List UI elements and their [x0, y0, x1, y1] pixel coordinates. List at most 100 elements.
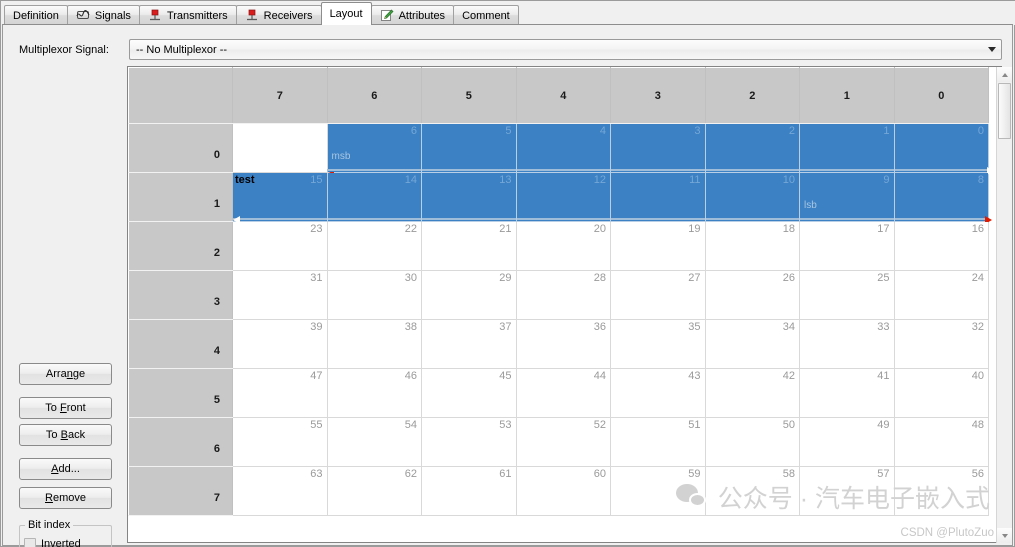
bit-cell-4[interactable]: 4	[516, 123, 611, 173]
bit-cell-13[interactable]: 13	[421, 172, 517, 222]
scroll-down-button[interactable]	[997, 528, 1012, 543]
grid-vertical-scrollbar[interactable]	[996, 67, 1012, 543]
bit-cell-9[interactable]: 9 lsb	[799, 172, 895, 222]
bit-cell-29[interactable]: 29	[421, 270, 517, 320]
row-header-2[interactable]: 2	[128, 221, 233, 271]
bit-cell-53[interactable]: 53	[421, 417, 517, 467]
bit-cell-57[interactable]: 57	[799, 466, 895, 516]
bit-cell-24[interactable]: 24	[894, 270, 989, 320]
column-header-4[interactable]: 4	[515, 67, 611, 124]
bit-cell-56[interactable]: 56	[894, 466, 989, 516]
inverted-checkbox[interactable]	[24, 538, 36, 547]
bit-cell-42[interactable]: 42	[705, 368, 800, 418]
bit-cell-41[interactable]: 41	[799, 368, 895, 418]
column-header-2[interactable]: 2	[704, 67, 800, 124]
column-header-1[interactable]: 1	[799, 67, 895, 124]
row-header-6[interactable]: 6	[128, 417, 233, 467]
bit-cell-52[interactable]: 52	[516, 417, 611, 467]
row-header-0[interactable]: 0	[128, 123, 233, 173]
bit-cell-26[interactable]: 26	[705, 270, 800, 320]
bit-cell-6[interactable]: 6 msb	[327, 123, 422, 173]
bit-cell-20[interactable]: 20	[516, 221, 611, 271]
bit-cell-19[interactable]: 19	[610, 221, 706, 271]
column-header-6[interactable]: 6	[326, 67, 422, 124]
bit-cell-54[interactable]: 54	[327, 417, 422, 467]
bit-cell-31[interactable]: 31	[232, 270, 328, 320]
tab-receivers[interactable]: Receivers	[235, 5, 322, 25]
tab-comment[interactable]: Comment	[453, 5, 519, 25]
column-header-5[interactable]: 5	[421, 67, 517, 124]
bit-cell-37[interactable]: 37	[421, 319, 517, 369]
tab-signals[interactable]: Signals	[66, 5, 140, 25]
bit-cell-33[interactable]: 33	[799, 319, 895, 369]
bit-cell-1[interactable]: 1	[799, 123, 895, 173]
bit-cell-18[interactable]: 18	[705, 221, 800, 271]
bit-cell-48[interactable]: 48	[894, 417, 989, 467]
tab-layout[interactable]: Layout	[320, 2, 372, 25]
column-header-7[interactable]: 7	[232, 67, 328, 124]
to-front-button[interactable]: To Front	[19, 397, 112, 419]
column-header-0[interactable]: 0	[893, 67, 989, 124]
bit-cell-27[interactable]: 27	[610, 270, 706, 320]
to-back-button[interactable]: To Back	[19, 424, 112, 446]
bit-cell-35[interactable]: 35	[610, 319, 706, 369]
row-header-7[interactable]: 7	[128, 466, 233, 516]
multiplexor-signal-select[interactable]: -- No Multiplexor --	[129, 39, 1002, 60]
bit-cell-5[interactable]: 5	[421, 123, 517, 173]
bit-cell-40[interactable]: 40	[894, 368, 989, 418]
bit-cell-14[interactable]: 14	[327, 172, 422, 222]
scrollbar-thumb[interactable]	[998, 83, 1011, 139]
bit-cell-21[interactable]: 21	[421, 221, 517, 271]
bit-cell-17[interactable]: 17	[799, 221, 895, 271]
bit-cell-47[interactable]: 47	[232, 368, 328, 418]
bit-cell-51[interactable]: 51	[610, 417, 706, 467]
row-header-5[interactable]: 5	[128, 368, 233, 418]
bit-cell-61[interactable]: 61	[421, 466, 517, 516]
bit-cell-10[interactable]: 10	[705, 172, 800, 222]
arrange-button[interactable]: Arrange	[19, 363, 112, 385]
bit-cell-22[interactable]: 22	[327, 221, 422, 271]
bit-cell-15[interactable]: 15 test	[232, 172, 328, 224]
bit-cell-50[interactable]: 50	[705, 417, 800, 467]
tab-definition[interactable]: Definition	[4, 5, 68, 25]
bit-cell-28[interactable]: 28	[516, 270, 611, 320]
bit-cell-43[interactable]: 43	[610, 368, 706, 418]
add-button[interactable]: Add...	[19, 458, 112, 480]
bit-cell-25[interactable]: 25	[799, 270, 895, 320]
bit-cell-55[interactable]: 55	[232, 417, 328, 467]
bit-cell-34[interactable]: 34	[705, 319, 800, 369]
row-header-1[interactable]: 1	[128, 172, 233, 222]
bit-cell-46[interactable]: 46	[327, 368, 422, 418]
bit-cell-58[interactable]: 58	[705, 466, 800, 516]
bit-cell-30[interactable]: 30	[327, 270, 422, 320]
bit-cell-0[interactable]: 0	[894, 123, 994, 175]
bit-cell-62[interactable]: 62	[327, 466, 422, 516]
bit-cell-63[interactable]: 63	[232, 466, 328, 516]
bit-cell-49[interactable]: 49	[799, 417, 895, 467]
row-header-3[interactable]: 3	[128, 270, 233, 320]
scroll-up-button[interactable]	[997, 67, 1012, 82]
bit-cell-39[interactable]: 39	[232, 319, 328, 369]
bit-cell-60[interactable]: 60	[516, 466, 611, 516]
bit-cell-2[interactable]: 2	[705, 123, 800, 173]
bit-cell-3[interactable]: 3	[610, 123, 706, 173]
bit-cell-8[interactable]: 8	[894, 172, 992, 224]
bit-cell-36[interactable]: 36	[516, 319, 611, 369]
bit-layout-grid[interactable]: 7 6 5 4 3 2 1 0 0 7 6 msb 5 4 3 2 1 0 1 …	[127, 66, 1002, 543]
column-header-3[interactable]: 3	[610, 67, 706, 124]
remove-button[interactable]: Remove	[19, 487, 112, 509]
bit-cell-12[interactable]: 12	[516, 172, 611, 222]
bit-cell-16[interactable]: 16	[894, 221, 989, 271]
bit-cell-38[interactable]: 38	[327, 319, 422, 369]
inverted-checkbox-row[interactable]: Inverted	[24, 538, 81, 547]
bit-cell-45[interactable]: 45	[421, 368, 517, 418]
chevron-down-icon[interactable]	[983, 40, 1001, 59]
bit-cell-44[interactable]: 44	[516, 368, 611, 418]
tab-attributes[interactable]: Attributes	[370, 5, 455, 25]
bit-cell-11[interactable]: 11	[610, 172, 706, 222]
bit-cell-32[interactable]: 32	[894, 319, 989, 369]
bit-cell-59[interactable]: 59	[610, 466, 706, 516]
bit-cell-23[interactable]: 23	[232, 221, 328, 271]
bit-cell-7[interactable]: 7 test	[232, 123, 348, 175]
row-header-4[interactable]: 4	[128, 319, 233, 369]
